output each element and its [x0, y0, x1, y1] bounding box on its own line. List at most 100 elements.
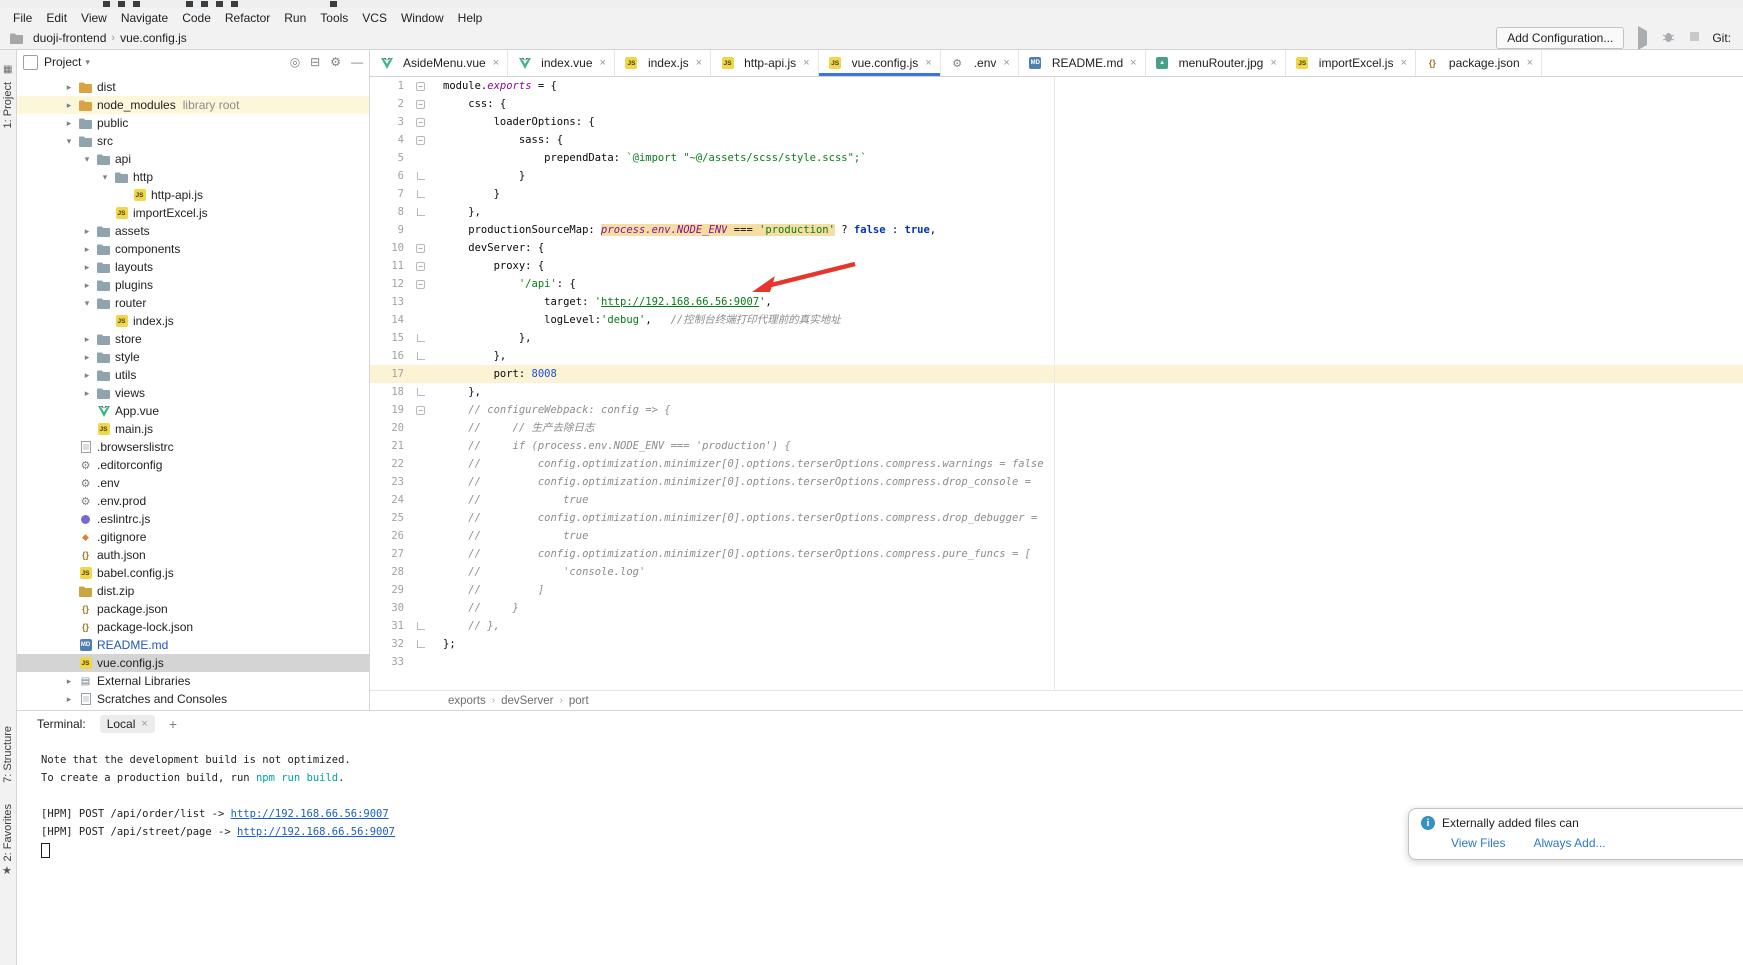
- editor-breadcrumb-devServer[interactable]: devServer: [501, 695, 553, 707]
- fold-start-icon[interactable]: −: [416, 280, 425, 289]
- hide-panel-icon[interactable]: —: [351, 55, 363, 69]
- toolwindow-button-favorites[interactable]: 2: Favorites: [2, 804, 14, 861]
- tree-item-plugins[interactable]: ▸plugins: [17, 276, 369, 294]
- chevron-collapsed-icon[interactable]: ▸: [79, 334, 95, 345]
- tab-vue-config-js[interactable]: JSvue.config.js×: [819, 50, 941, 76]
- tree-item-http-api-js[interactable]: JShttp-api.js: [17, 186, 369, 204]
- toolwindow-button-structure[interactable]: 7: Structure: [2, 726, 14, 783]
- tree-item-dist-zip[interactable]: dist.zip: [17, 582, 369, 600]
- tree-item-node-modules[interactable]: ▸node_moduleslibrary root: [17, 96, 369, 114]
- menu-view[interactable]: View: [74, 8, 114, 27]
- project-toolwindow-icon[interactable]: ▦: [3, 64, 12, 75]
- breadcrumb-file[interactable]: vue.config.js: [120, 31, 187, 45]
- tree-item--env[interactable]: ⚙.env: [17, 474, 369, 492]
- toolwindow-button-project[interactable]: 1: Project: [2, 82, 14, 128]
- fold-end-icon[interactable]: [417, 640, 425, 648]
- close-icon[interactable]: ×: [493, 57, 499, 69]
- tree-item-vue-config-js[interactable]: JSvue.config.js: [17, 654, 369, 672]
- chevron-collapsed-icon[interactable]: ▸: [79, 226, 95, 237]
- tree-item--editorconfig[interactable]: ⚙.editorconfig: [17, 456, 369, 474]
- tree-item--gitignore[interactable]: ◆.gitignore: [17, 528, 369, 546]
- chevron-collapsed-icon[interactable]: ▸: [79, 244, 95, 255]
- fold-start-icon[interactable]: −: [416, 118, 425, 127]
- tab-index-vue[interactable]: index.vue×: [508, 50, 615, 76]
- close-icon[interactable]: ×: [600, 57, 606, 69]
- fold-end-icon[interactable]: [417, 622, 425, 630]
- tree-item-package-lock-json[interactable]: {}package-lock.json: [17, 618, 369, 636]
- tab-menurouter-jpg[interactable]: ▲menuRouter.jpg×: [1146, 50, 1286, 76]
- new-terminal-icon[interactable]: +: [169, 716, 177, 732]
- close-icon[interactable]: ×: [1003, 57, 1009, 69]
- tree-item-auth-json[interactable]: {}auth.json: [17, 546, 369, 564]
- tree-item-layouts[interactable]: ▸layouts: [17, 258, 369, 276]
- menu-code[interactable]: Code: [175, 8, 218, 27]
- menu-refactor[interactable]: Refactor: [218, 8, 277, 27]
- fold-start-icon[interactable]: −: [416, 406, 425, 415]
- close-icon[interactable]: ×: [1130, 57, 1136, 69]
- chevron-collapsed-icon[interactable]: ▸: [79, 262, 95, 273]
- editor-breadcrumb-port[interactable]: port: [569, 695, 589, 707]
- terminal-link[interactable]: http://192.168.66.56:9007: [237, 826, 395, 838]
- tree-item--browserslistrc[interactable]: .browserslistrc: [17, 438, 369, 456]
- favorites-star-icon[interactable]: ★: [2, 864, 12, 877]
- tree-item-package-json[interactable]: {}package.json: [17, 600, 369, 618]
- tree-item-babel-config-js[interactable]: JSbabel.config.js: [17, 564, 369, 582]
- chevron-expanded-icon[interactable]: ▾: [61, 136, 77, 147]
- tree-item--env-prod[interactable]: ⚙.env.prod: [17, 492, 369, 510]
- tree-item-http[interactable]: ▾http: [17, 168, 369, 186]
- menu-help[interactable]: Help: [451, 8, 490, 27]
- tab-http-api-js[interactable]: JShttp-api.js×: [711, 50, 818, 76]
- terminal-tab-local[interactable]: Local ×: [100, 715, 155, 733]
- gear-icon[interactable]: ⚙: [330, 55, 341, 69]
- tree-item-main-js[interactable]: JSmain.js: [17, 420, 369, 438]
- chevron-collapsed-icon[interactable]: ▸: [79, 370, 95, 381]
- tree-item-assets[interactable]: ▸assets: [17, 222, 369, 240]
- fold-end-icon[interactable]: [417, 388, 425, 396]
- chevron-collapsed-icon[interactable]: ▸: [61, 82, 77, 93]
- close-icon[interactable]: ×: [803, 57, 809, 69]
- tree-item-components[interactable]: ▸components: [17, 240, 369, 258]
- tree-item-readme-md[interactable]: MDREADME.md: [17, 636, 369, 654]
- tree-item-store[interactable]: ▸store: [17, 330, 369, 348]
- fold-start-icon[interactable]: −: [416, 262, 425, 271]
- close-icon[interactable]: ×: [696, 57, 702, 69]
- tree-item-external-libraries[interactable]: ▸▤External Libraries: [17, 672, 369, 690]
- debug-icon[interactable]: [1660, 30, 1676, 46]
- run-icon[interactable]: [1634, 31, 1650, 45]
- fold-start-icon[interactable]: −: [416, 100, 425, 109]
- tree-item-src[interactable]: ▾src: [17, 132, 369, 150]
- chevron-collapsed-icon[interactable]: ▸: [61, 676, 77, 687]
- fold-end-icon[interactable]: [417, 352, 425, 360]
- notification-action-view-files[interactable]: View Files: [1451, 836, 1505, 850]
- menu-vcs[interactable]: VCS: [355, 8, 394, 27]
- fold-end-icon[interactable]: [417, 334, 425, 342]
- project-panel-title[interactable]: Project: [44, 55, 81, 69]
- close-icon[interactable]: ×: [1400, 57, 1406, 69]
- tab-index-js[interactable]: JSindex.js×: [615, 50, 711, 76]
- chevron-down-icon[interactable]: ▾: [85, 57, 90, 68]
- tree-item--eslintrc-js[interactable]: .eslintrc.js: [17, 510, 369, 528]
- close-icon[interactable]: ×: [925, 57, 931, 69]
- tree-item-router[interactable]: ▾router: [17, 294, 369, 312]
- tree-item-public[interactable]: ▸public: [17, 114, 369, 132]
- tab-readme-md[interactable]: MDREADME.md×: [1019, 50, 1146, 76]
- chevron-collapsed-icon[interactable]: ▸: [79, 280, 95, 291]
- fold-end-icon[interactable]: [417, 190, 425, 198]
- close-icon[interactable]: ×: [141, 718, 147, 730]
- chevron-collapsed-icon[interactable]: ▸: [61, 100, 77, 111]
- menu-tools[interactable]: Tools: [313, 8, 355, 27]
- fold-start-icon[interactable]: −: [416, 244, 425, 253]
- stop-icon[interactable]: [1686, 31, 1702, 45]
- fold-end-icon[interactable]: [417, 172, 425, 180]
- fold-start-icon[interactable]: −: [416, 82, 425, 91]
- tree-item-views[interactable]: ▸views: [17, 384, 369, 402]
- code-editor[interactable]: 1−module.exports = {2− css: {3− loaderOp…: [370, 77, 1743, 690]
- chevron-collapsed-icon[interactable]: ▸: [61, 694, 77, 705]
- menu-file[interactable]: File: [6, 8, 39, 27]
- editor-breadcrumb-exports[interactable]: exports: [448, 695, 486, 707]
- tree-item-importexcel-js[interactable]: JSimportExcel.js: [17, 204, 369, 222]
- chevron-expanded-icon[interactable]: ▾: [79, 154, 95, 165]
- notification-action-always-add-[interactable]: Always Add...: [1533, 836, 1605, 850]
- fold-end-icon[interactable]: [417, 208, 425, 216]
- chevron-collapsed-icon[interactable]: ▸: [79, 352, 95, 363]
